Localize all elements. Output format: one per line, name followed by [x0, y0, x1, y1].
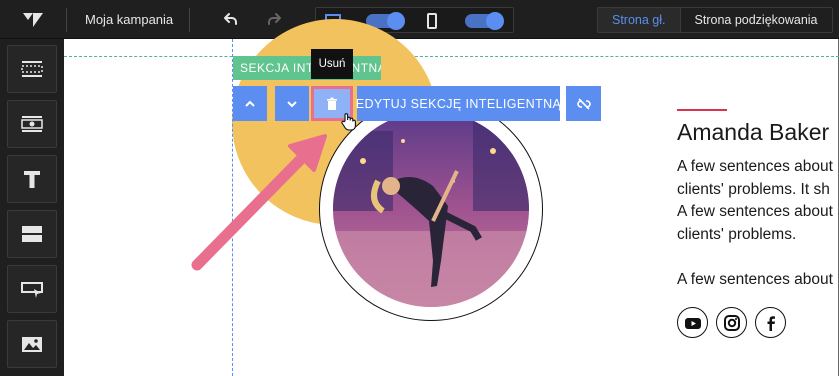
image-icon	[22, 337, 42, 352]
editor-canvas: SEKCJA INTELIGENTNA Usuń EDYTUJ SEKCJĘ I…	[64, 19, 839, 376]
sidebar-item-section[interactable]	[7, 45, 57, 93]
sidebar-item-text[interactable]	[7, 155, 57, 203]
toggle-knob	[387, 12, 405, 30]
divider	[189, 8, 190, 32]
smart-section-label[interactable]: SEKCJA INTELIGENTNA	[233, 56, 381, 80]
text-icon	[24, 171, 40, 188]
sidebar-item-blocks[interactable]	[7, 210, 57, 258]
sidebar-item-image[interactable]	[7, 320, 57, 368]
brand-logo-icon[interactable]	[22, 9, 44, 29]
chevron-down-icon	[287, 100, 297, 107]
redo-icon[interactable]	[265, 10, 285, 30]
undo-icon[interactable]	[220, 10, 240, 30]
trash-icon	[327, 97, 337, 110]
unlink-icon	[576, 97, 591, 110]
move-section-up-button[interactable]	[233, 86, 267, 121]
bio-line: clients' problems.	[677, 226, 797, 244]
mobile-icon[interactable]	[423, 12, 441, 30]
instagram-icon	[723, 314, 740, 331]
bio-line: A few sentences about	[677, 203, 833, 221]
delete-tooltip: Usuń	[311, 49, 353, 79]
profile-bio[interactable]: A few sentences about clients' problems.…	[677, 156, 839, 292]
divider-blocks-icon	[22, 226, 42, 242]
mobile-view-toggle[interactable]	[465, 12, 504, 30]
bio-spacer	[677, 247, 839, 269]
page-tabs: Strona gł. Strona podziękowania	[597, 7, 833, 33]
sidebar-item-button[interactable]	[7, 265, 57, 313]
instagram-link[interactable]	[716, 307, 747, 338]
facebook-link[interactable]	[755, 307, 786, 338]
social-links	[677, 307, 786, 338]
edit-smart-section-button[interactable]: EDYTUJ SEKCJĘ INTELIGENTNĄ	[355, 86, 562, 121]
profile-photo[interactable]	[333, 111, 529, 307]
top-bar: Moja kampania Strona gł. Strona podzięko…	[0, 0, 839, 39]
tab-thank-you-page[interactable]: Strona podziękowania	[681, 8, 832, 32]
youtube-icon	[684, 317, 701, 329]
bio-line: A few sentences about	[677, 270, 833, 288]
left-sidebar	[0, 39, 64, 376]
profile-name[interactable]: Amanda Baker	[677, 119, 829, 146]
youtube-link[interactable]	[677, 307, 708, 338]
bio-line: A few sentences about	[677, 158, 833, 175]
hand-cursor-icon	[340, 112, 358, 132]
sidebar-item-smart-section[interactable]	[7, 100, 57, 148]
toggle-knob	[486, 12, 504, 30]
facebook-icon	[767, 315, 775, 331]
smart-section-icon	[21, 116, 43, 132]
section-guide-line	[64, 56, 839, 57]
chevron-up-icon	[245, 100, 255, 107]
section-layout-icon	[21, 61, 43, 77]
campaign-name[interactable]: Moja kampania	[85, 12, 173, 27]
edit-smart-section-label: EDYTUJ SEKCJĘ INTELIGENTNĄ	[355, 96, 562, 111]
move-section-down-button[interactable]	[275, 86, 309, 121]
tab-home-page[interactable]: Strona gł.	[598, 8, 681, 32]
unlink-section-button[interactable]	[566, 86, 601, 121]
bio-line: clients' problems. It sh	[677, 180, 830, 198]
button-block-icon	[21, 282, 43, 298]
name-accent-line	[677, 109, 727, 111]
divider	[66, 8, 67, 32]
